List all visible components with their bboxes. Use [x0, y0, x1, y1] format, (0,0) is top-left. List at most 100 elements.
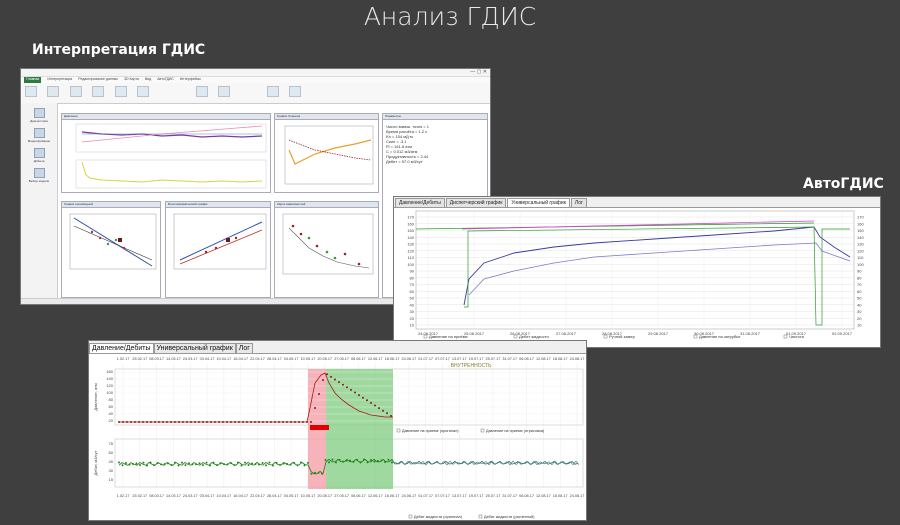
- window-controls-icon[interactable]: — ▢ ✕: [470, 69, 487, 75]
- x-tick-label: 02.09.2017: [832, 331, 853, 336]
- date-tick-label: 08.03.17: [149, 357, 164, 361]
- tab[interactable]: Лог: [235, 343, 253, 353]
- date-tick-label-bottom: 24.03.17: [183, 494, 198, 498]
- rate-extension: [416, 462, 421, 465]
- ribbon-toolbar: [21, 83, 490, 104]
- rate-point: [321, 472, 323, 475]
- rate-point: [170, 464, 173, 467]
- pressure-point: [222, 421, 224, 423]
- pressure-point: [382, 409, 384, 412]
- rate-point: [300, 461, 302, 464]
- date-tick-label-bottom: 28.04.17: [267, 494, 282, 498]
- left-pane-item-icon[interactable]: [34, 108, 45, 118]
- date-tick-label-bottom: 01.07.17: [418, 494, 433, 498]
- ribbon-button-icon[interactable]: [218, 86, 231, 97]
- y2-tick-label: 75: [109, 441, 114, 446]
- tab[interactable]: Давление/Дебиты: [89, 343, 154, 353]
- pressure-point: [138, 421, 140, 423]
- date-tick-label: 25.02.17: [132, 357, 147, 361]
- pressure-point: [310, 421, 312, 423]
- caption-autogdis: АвтоГДИС: [803, 176, 884, 192]
- rate-point: [237, 461, 239, 464]
- pressure-point: [226, 421, 228, 423]
- tab[interactable]: Лог: [570, 198, 587, 207]
- pressure-point: [374, 404, 376, 407]
- rate-extension: [479, 462, 484, 465]
- date-tick-label-bottom: 19.07.17: [469, 494, 484, 498]
- pressure-point: [202, 421, 204, 423]
- left-pane-item-icon[interactable]: [34, 148, 45, 158]
- rate-point: [184, 464, 187, 467]
- y2-tick-label: 120: [857, 248, 864, 253]
- date-tick-label: 18.06.17: [385, 357, 400, 361]
- ribbon-button-icon[interactable]: [69, 86, 82, 97]
- pressure-point: [318, 393, 320, 395]
- pressure-point: [158, 421, 160, 423]
- rate-point: [338, 458, 341, 461]
- rate-point: [373, 460, 376, 463]
- chart-banner: ВНУТРЕННОСТЬ: [451, 363, 492, 369]
- date-tick-label: 10.05.17: [301, 357, 316, 361]
- legend-checkbox: [396, 428, 401, 433]
- y-tick-label: 20: [410, 316, 415, 321]
- pressure-point: [298, 421, 300, 423]
- y2-tick-label: 15: [109, 477, 114, 482]
- ribbon-button-icon[interactable]: [114, 86, 127, 97]
- rate-point: [135, 462, 138, 465]
- y-tick-label: 100: [407, 262, 414, 267]
- ribbon-button-icon[interactable]: [289, 86, 302, 97]
- tab[interactable]: Давление/Дебиты: [395, 198, 445, 207]
- legend-checkbox: [513, 334, 518, 339]
- ribbon-button-icon[interactable]: [47, 86, 60, 97]
- left-pane-item-icon[interactable]: [34, 168, 45, 178]
- y2-tick-label: 90: [857, 269, 862, 274]
- pressure-point: [390, 414, 392, 417]
- y-tick-label: 30: [410, 309, 415, 314]
- ribbon-button-icon[interactable]: [25, 86, 37, 97]
- date-tick-label-bottom: 1.02.17: [117, 494, 130, 498]
- x-tick-label: 27.08.2017: [556, 331, 577, 336]
- pressure-point: [234, 421, 236, 423]
- y-tick-label: 110: [408, 255, 415, 260]
- y2-tick-label: 130: [857, 242, 864, 247]
- pressure-point: [290, 421, 292, 423]
- y-tick-label: 130: [407, 242, 414, 247]
- pressure-point: [146, 421, 148, 423]
- ribbon-button-icon[interactable]: [137, 86, 150, 97]
- autogdis-window-screenshot: Давление/Дебиты Диспетчерский график Униве…: [393, 196, 881, 348]
- date-tick-label: 10.04.17: [216, 357, 231, 361]
- tab[interactable]: Универсальный график: [153, 343, 236, 353]
- tab[interactable]: Универсальный график: [507, 198, 570, 207]
- y1-tick-label: 40: [109, 411, 114, 416]
- date-tick-label-bottom: 10.04.17: [216, 494, 231, 498]
- pressure-point: [306, 421, 308, 423]
- rate-point: [328, 461, 330, 464]
- y2-tick-label: 70: [857, 282, 862, 287]
- rate-point: [198, 462, 201, 465]
- y-tick-label: 120: [407, 248, 414, 253]
- pressure-point: [346, 386, 348, 389]
- left-pane-item-icon[interactable]: [34, 128, 45, 138]
- rate-point: [212, 461, 215, 464]
- rate-point: [387, 458, 390, 461]
- rate-point: [251, 462, 253, 465]
- ribbon-button-icon[interactable]: [195, 86, 208, 97]
- date-tick-label: 14.03.17: [166, 357, 181, 361]
- pressure-point: [278, 421, 280, 423]
- pressure-chart: [75, 123, 267, 189]
- pressure-point: [190, 421, 192, 423]
- rate-point: [163, 463, 166, 466]
- tab[interactable]: Диспетчерский график: [445, 198, 507, 207]
- buildup-highlight-green: [326, 369, 393, 489]
- pressure-point: [270, 421, 272, 423]
- rate-point: [230, 462, 232, 465]
- legend-checkbox: [603, 334, 608, 339]
- date-tick-label: 16.04.17: [233, 357, 248, 361]
- rate-point: [296, 464, 299, 467]
- ribbon-button-icon[interactable]: [92, 86, 105, 97]
- save-icon[interactable]: [266, 86, 279, 97]
- left-pane-item-label: Выбор модели: [28, 179, 50, 183]
- rate-point: [181, 461, 183, 464]
- date-tick-label-bottom: 06.08.17: [519, 494, 534, 498]
- rate-point: [268, 461, 271, 464]
